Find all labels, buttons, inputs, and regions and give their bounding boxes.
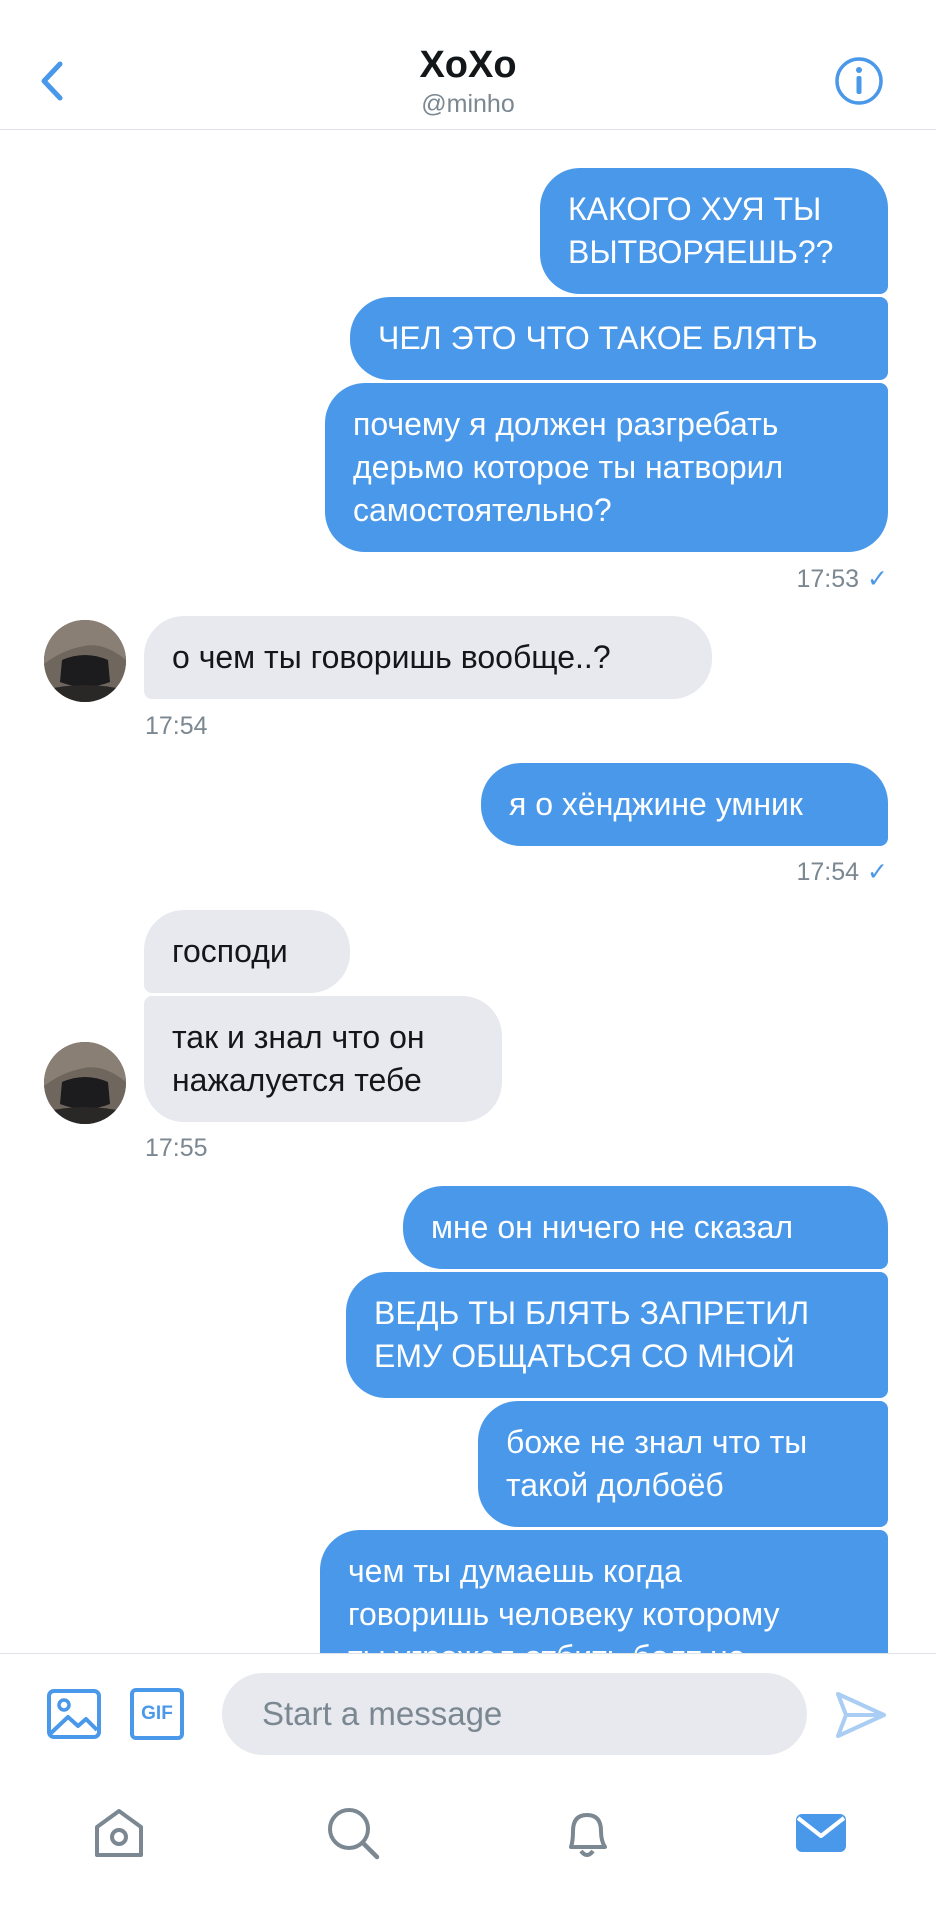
- message-bubble-outgoing[interactable]: почему я должен разгребать дерьмо которо…: [325, 383, 888, 552]
- tab-search[interactable]: [323, 1803, 383, 1863]
- message-thread[interactable]: КАКОГО ХУЯ ТЫ ВЫТВОРЯЕШЬ?? ЧЕЛ ЭТО ЧТО Т…: [0, 131, 936, 1653]
- message-timestamp: 17:55: [145, 1134, 208, 1162]
- message-bubble-incoming[interactable]: господи: [144, 910, 350, 993]
- message-bubble-outgoing[interactable]: мне он ничего не сказал: [403, 1186, 888, 1269]
- search-icon: [328, 1808, 380, 1860]
- gif-button[interactable]: GIF: [130, 1688, 184, 1740]
- message-bubble-incoming[interactable]: о чем ты говоришь вообще..?: [144, 616, 712, 699]
- add-media-button[interactable]: [46, 1686, 102, 1742]
- conversation-title[interactable]: XoXo: [0, 44, 936, 87]
- tab-notifications[interactable]: [557, 1803, 617, 1863]
- tab-messages[interactable]: [791, 1803, 851, 1863]
- message-bubble-incoming[interactable]: так и знал что он нажалуется тебе: [144, 996, 502, 1122]
- tab-bar: [0, 1773, 936, 1920]
- mail-icon: [796, 1814, 846, 1852]
- message-timestamp: 17:54: [145, 712, 208, 740]
- info-icon: [835, 57, 883, 105]
- read-check-icon: ✓: [867, 858, 888, 886]
- message-timestamp: 17:54 ✓: [796, 857, 888, 887]
- avatar-image: [44, 620, 126, 702]
- avatar-image: [44, 1042, 126, 1124]
- avatar[interactable]: [44, 620, 126, 702]
- image-icon: [47, 1689, 101, 1739]
- message-bubble-outgoing[interactable]: чем ты думаешь когда говоришь человеку к…: [320, 1530, 888, 1653]
- message-bubble-outgoing[interactable]: КАКОГО ХУЯ ТЫ ВЫТВОРЯЕШЬ??: [540, 168, 888, 294]
- info-button[interactable]: [834, 56, 884, 106]
- tab-home[interactable]: [89, 1803, 149, 1863]
- message-bubble-outgoing[interactable]: ЧЕЛ ЭТО ЧТО ТАКОЕ БЛЯТЬ: [350, 297, 888, 380]
- send-icon: [836, 1692, 886, 1738]
- message-bubble-outgoing[interactable]: боже не знал что ты такой долбоёб: [478, 1401, 888, 1527]
- message-input[interactable]: [222, 1673, 807, 1755]
- home-icon: [95, 1809, 143, 1857]
- message-timestamp: 17:53 ✓: [796, 564, 888, 594]
- read-check-icon: ✓: [867, 565, 888, 593]
- message-bubble-outgoing[interactable]: я о хёнджине умник: [481, 763, 888, 846]
- message-bubble-outgoing[interactable]: ВЕДЬ ТЫ БЛЯТЬ ЗАПРЕТИЛ ЕМУ ОБЩАТЬСЯ СО М…: [346, 1272, 888, 1398]
- conversation-handle: @minho: [421, 90, 515, 118]
- timestamp-text: 17:53: [796, 565, 860, 593]
- bell-icon: [569, 1813, 607, 1857]
- avatar[interactable]: [44, 1042, 126, 1124]
- conversation-header: XoXo @minho: [0, 0, 936, 130]
- send-button[interactable]: [834, 1690, 888, 1740]
- timestamp-text: 17:54: [796, 858, 860, 886]
- message-composer: GIF: [0, 1653, 936, 1773]
